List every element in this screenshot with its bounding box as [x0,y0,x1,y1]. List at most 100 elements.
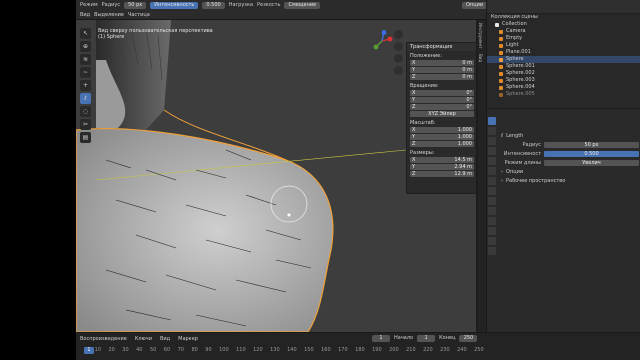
modifier-tab-icon[interactable] [488,187,496,195]
strength-field[interactable]: Интенсивность [150,1,199,9]
navigation-gizmo-icon[interactable] [371,30,393,52]
zoom-icon[interactable] [394,30,403,39]
menu-keying[interactable]: Ключи [135,336,152,342]
outliner-item[interactable]: Camera [487,28,640,35]
menu-particle[interactable]: Частица [128,12,150,18]
menu-row: Вид Выделение Частица [76,10,150,20]
data-tab-icon[interactable] [488,227,496,235]
chevron-right-icon: › [501,168,503,175]
camera-view-icon[interactable] [394,54,403,63]
cut-tool-icon[interactable]: ✂ [80,119,91,130]
puff-tool-icon[interactable]: ◌ [80,106,91,117]
location-y-field[interactable]: Y0 m [410,67,474,73]
view-layer-tab-icon[interactable] [488,147,496,155]
tool-settings-row: Режим Радиус 50 px Интенсивность 0.500 Н… [76,0,321,10]
length-mode-toggle[interactable]: Увелич [544,159,639,166]
3d-viewport[interactable]: ↖ ⊕ ≋ ~ + ℓ ◌ ✂ ▤ Вид сверху пользовател… [76,20,476,332]
current-frame-field[interactable]: 1 [372,335,390,342]
physics-tab-icon[interactable] [488,207,496,215]
scale-z-field[interactable]: Z 1.000 [410,141,474,147]
radius-label: Радиус [101,2,121,8]
offset-button[interactable]: Смещение [284,1,321,9]
blender-window: Режим Радиус 50 px Интенсивность 0.500 Н… [76,0,640,360]
tab-tool[interactable]: Инструмент [478,20,483,51]
cursor-tool-icon[interactable]: ⊕ [80,41,91,52]
location-label: Положение: [410,53,442,59]
options-dropdown[interactable]: Опции [462,2,488,9]
outliner-item[interactable]: Light [487,42,640,49]
end-label: Конец [439,335,456,341]
transform-panel-title[interactable]: Трансформация [407,43,476,51]
playhead[interactable]: 1 [84,347,94,354]
workspace-panel-header[interactable]: › Рабочее пространство [501,176,639,185]
outliner-item[interactable]: Empty [487,35,640,42]
scale-x-field[interactable]: X 1.000 [410,127,474,133]
constraints-tab-icon[interactable] [488,217,496,225]
brush-name-row: ℓ Length [501,131,639,140]
rotation-mode-dropdown[interactable]: XYZ Эйлер [410,111,474,117]
outliner-scene-collection[interactable]: Коллекция сцены [487,14,640,21]
object-tab-icon[interactable] [488,177,496,185]
outliner-item[interactable]: Collection [487,21,640,28]
strength-row: Интенсивност 0.500 [501,149,639,158]
outliner-item[interactable]: Sphere.004 [487,84,640,91]
transform-panel: Трансформация Положение: X0 m Y0 m Z0 m … [406,42,476,194]
location-z-field[interactable]: Z0 m [410,74,474,80]
brush-name[interactable]: Length [506,133,523,139]
menu-view-timeline[interactable]: Вид [160,336,170,342]
rotation-section: Вращение: X 0° Y 0° Z 0° XYZ Эйлер [407,81,476,118]
scene-tab-icon[interactable] [488,157,496,165]
end-frame-field[interactable]: 250 [459,335,478,342]
brush-icon: ℓ [501,132,504,139]
strength-slider[interactable]: 0.500 [544,150,639,157]
tool-properties-tab-icon[interactable] [488,117,496,125]
rotation-z-field[interactable]: Z 0° [410,104,474,110]
mode-label[interactable]: Режим [80,2,98,8]
outliner-item-selected[interactable]: Sphere [487,56,640,63]
start-frame-field[interactable]: 1 [417,335,436,342]
timeline-menu: Воспроизведение Ключи Вид Маркер [80,335,198,343]
falloff-label[interactable]: Нагрузка [229,2,253,8]
weight-tool-icon[interactable]: ▤ [80,132,91,143]
dimensions-z-field[interactable]: Z 12.9 m [410,171,474,177]
comb-tool-icon[interactable]: ≋ [80,54,91,65]
location-x-field[interactable]: X0 m [410,60,474,66]
menu-view[interactable]: Вид [80,12,90,18]
outliner-item[interactable]: Sphere.003 [487,77,640,84]
sharpness-label[interactable]: Резкость [257,2,280,8]
particles-tab-icon[interactable] [488,197,496,205]
radius-value[interactable]: 50 px [544,141,639,148]
texture-tab-icon[interactable] [488,247,496,255]
options-panel-header[interactable]: › Опции [501,167,639,176]
pan-icon[interactable] [394,42,403,51]
dimensions-x-field[interactable]: X 14.5 m [410,157,474,163]
dimensions-y-field[interactable]: Y 2.94 m [410,164,474,170]
outliner-item[interactable]: Sphere.002 [487,70,640,77]
menu-select[interactable]: Выделение [94,12,124,18]
radius-field[interactable]: 50 px [124,1,147,9]
rotation-x-field[interactable]: X 0° [410,90,474,96]
perspective-toggle-icon[interactable] [394,66,403,75]
add-tool-icon[interactable]: + [80,80,91,91]
sidebar-tabs: Инструмент Вид [478,20,486,332]
menu-marker[interactable]: Маркер [178,336,198,342]
strength-value[interactable]: 0.500 [202,1,225,9]
world-tab-icon[interactable] [488,167,496,175]
timeline-ruler[interactable]: 1102030405060708090100110120130140150160… [84,347,484,357]
scale-y-field[interactable]: Y 1.000 [410,134,474,140]
select-tool-icon[interactable]: ↖ [80,28,91,39]
outliner-item[interactable]: Plane.001 [487,49,640,56]
outliner-item[interactable]: Sphere.005 [487,91,640,98]
smooth-tool-icon[interactable]: ~ [80,67,91,78]
scale-label: Масштаб: [410,120,436,126]
tab-view[interactable]: Вид [478,51,483,65]
outliner-header [487,0,640,14]
output-tab-icon[interactable] [488,137,496,145]
length-tool-icon[interactable]: ℓ [80,93,91,104]
menu-playback[interactable]: Воспроизведение [80,336,127,342]
render-tab-icon[interactable] [488,127,496,135]
properties-tabs [487,117,497,255]
material-tab-icon[interactable] [488,237,496,245]
rotation-y-field[interactable]: Y 0° [410,97,474,103]
outliner-item[interactable]: Sphere.001 [487,63,640,70]
